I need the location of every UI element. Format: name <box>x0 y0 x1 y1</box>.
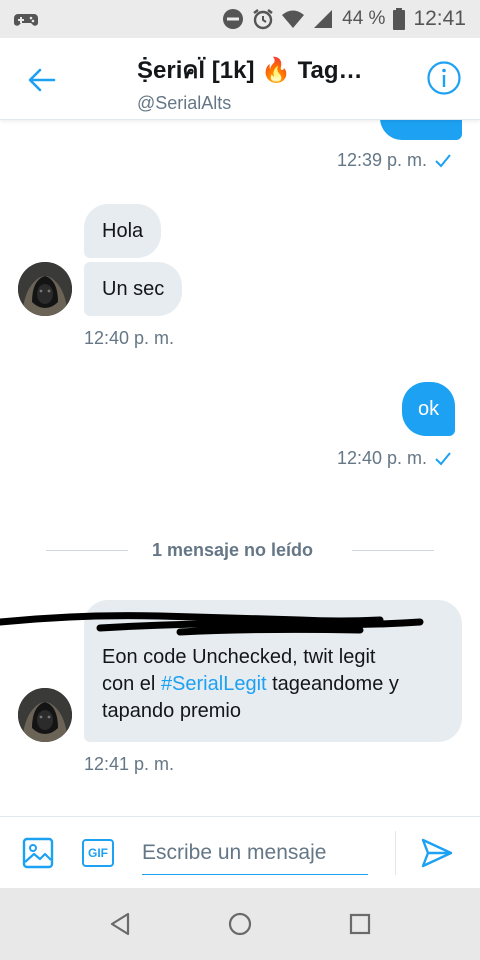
avatar[interactable] <box>18 262 72 316</box>
message-timestamp: 12:40 p. m. <box>84 328 175 348</box>
wifi-icon <box>282 10 305 28</box>
back-button[interactable] <box>22 60 62 100</box>
header-title-block[interactable]: Ṩeriคl̈ [1k] 🔥 Tag… @SerialAlts <box>137 50 397 114</box>
recents-square-icon[interactable] <box>346 910 374 938</box>
message-input[interactable] <box>142 831 368 875</box>
status-bar: 44 % 12:41 <box>0 0 480 38</box>
sent-check-icon <box>435 451 451 465</box>
status-time: 12:41 <box>413 7 466 30</box>
gif-button[interactable]: GIF <box>82 839 114 867</box>
redaction-scribble <box>0 612 424 636</box>
divider-line <box>46 550 128 551</box>
battery-icon <box>393 8 406 30</box>
cellular-signal-icon <box>314 10 333 28</box>
sent-check-icon <box>435 153 451 167</box>
message-bubble-incoming[interactable]: Un sec <box>84 262 183 316</box>
image-icon[interactable] <box>22 837 54 869</box>
status-icons: 44 % 12:41 <box>222 6 466 32</box>
do-not-disturb-icon <box>223 9 244 29</box>
hooded-figure-avatar-image <box>18 688 72 742</box>
hashtag-link[interactable]: #SerialLegit <box>161 673 267 695</box>
message-text-line: con el #SerialLegit tageandome y <box>102 673 399 695</box>
unread-divider-label: 1 mensaje no leído <box>152 540 314 560</box>
game-controller-icon <box>14 14 38 26</box>
hooded-figure-avatar-image <box>18 262 72 316</box>
home-circle-icon[interactable] <box>226 910 254 938</box>
message-bubble-outgoing[interactable] <box>380 120 462 140</box>
conversation-thread[interactable]: 12:39 p. m. Hola Un sec 12:40 p. m. ok 1… <box>0 120 480 816</box>
divider-line <box>352 550 434 551</box>
info-icon[interactable] <box>426 60 462 96</box>
conversation-title: Ṩeriคl̈ [1k] 🔥 Tag… <box>137 57 363 84</box>
android-nav-bar <box>0 888 480 960</box>
message-text-line: Eon code Unchecked, twit legit <box>102 646 376 668</box>
back-triangle-icon[interactable] <box>106 910 134 938</box>
battery-percent: 44 % <box>342 8 386 29</box>
message-timestamp: 12:39 p. m. <box>337 150 451 171</box>
message-composer: GIF <box>0 816 480 888</box>
message-bubble-outgoing[interactable]: ok <box>402 382 456 436</box>
message-timestamp: 12:40 p. m. <box>337 448 451 469</box>
message-bubble-incoming[interactable]: Hola <box>84 204 162 258</box>
alarm-icon <box>253 9 273 30</box>
send-icon[interactable] <box>420 837 454 869</box>
back-arrow-icon <box>28 68 56 92</box>
message-timestamp: 12:41 p. m. <box>84 754 175 774</box>
composer-divider <box>395 831 396 875</box>
avatar[interactable] <box>18 688 72 742</box>
conversation-handle: @SerialAlts <box>137 93 232 113</box>
message-text-line: tapando premio <box>102 700 241 722</box>
conversation-header: Ṩeriคl̈ [1k] 🔥 Tag… @SerialAlts <box>0 38 480 120</box>
